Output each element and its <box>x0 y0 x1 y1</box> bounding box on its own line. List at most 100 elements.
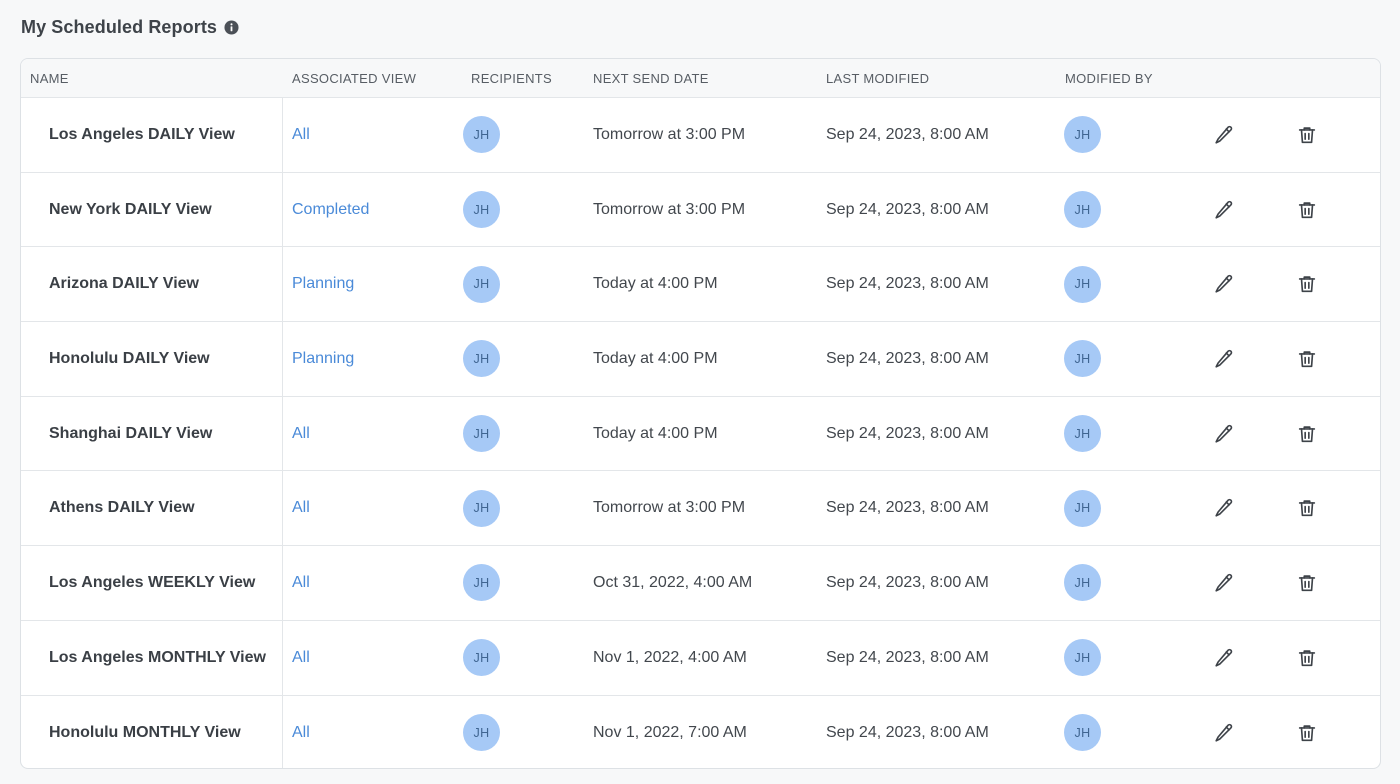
associated-view-link[interactable]: All <box>292 696 310 769</box>
report-name[interactable]: Los Angeles DAILY View <box>49 98 235 172</box>
associated-view-link[interactable]: All <box>292 397 310 471</box>
edit-button[interactable] <box>1210 121 1238 149</box>
last-modified: Sep 24, 2023, 8:00 AM <box>826 723 989 741</box>
edit-button[interactable] <box>1210 196 1238 224</box>
column-divider <box>282 546 283 620</box>
recipients-cell: JH <box>463 471 500 545</box>
last-modified: Sep 24, 2023, 8:00 AM <box>826 499 989 517</box>
recipients-cell: JH <box>463 621 500 695</box>
column-header-associated-view[interactable]: ASSOCIATED VIEW <box>292 71 416 86</box>
delete-button[interactable] <box>1293 719 1321 747</box>
table-row[interactable]: Los Angeles MONTHLY View All JH Nov 1, 2… <box>21 620 1380 696</box>
report-name[interactable]: New York DAILY View <box>49 173 212 247</box>
edit-button[interactable] <box>1210 569 1238 597</box>
edit-cell <box>1210 696 1238 769</box>
report-name[interactable]: Shanghai DAILY View <box>49 397 212 471</box>
report-name[interactable]: Honolulu MONTHLY View <box>49 696 241 769</box>
info-icon[interactable] <box>224 19 239 35</box>
page-header: My Scheduled Reports <box>21 14 239 40</box>
modified-by-avatar[interactable]: JH <box>1064 340 1101 378</box>
recipients-cell: JH <box>463 247 500 321</box>
column-divider <box>282 471 283 546</box>
delete-button[interactable] <box>1293 196 1321 224</box>
modified-by-avatar[interactable]: JH <box>1064 564 1101 602</box>
column-header-last-modified[interactable]: LAST MODIFIED <box>826 71 929 86</box>
modified-by-cell: JH <box>1064 173 1101 247</box>
delete-cell <box>1293 322 1321 396</box>
edit-cell <box>1210 322 1238 396</box>
recipient-avatar[interactable]: JH <box>463 564 500 602</box>
associated-view-link[interactable]: Planning <box>292 247 354 321</box>
next-send-date: Nov 1, 2022, 7:00 AM <box>593 723 747 741</box>
associated-view-link[interactable]: All <box>292 98 310 172</box>
associated-view-link[interactable]: All <box>292 621 310 695</box>
edit-button[interactable] <box>1210 345 1238 373</box>
table-row[interactable]: New York DAILY View Completed JH Tomorro… <box>21 172 1380 248</box>
modified-by-avatar[interactable]: JH <box>1064 191 1101 229</box>
recipient-avatar[interactable]: JH <box>463 714 500 752</box>
modified-by-avatar[interactable]: JH <box>1064 714 1101 752</box>
table-row[interactable]: Shanghai DAILY View All JH Today at 4:00… <box>21 396 1380 472</box>
report-name[interactable]: Los Angeles WEEKLY View <box>49 546 255 620</box>
associated-view-link[interactable]: Planning <box>292 322 354 396</box>
delete-button[interactable] <box>1293 270 1321 298</box>
recipient-avatar[interactable]: JH <box>463 265 500 303</box>
modified-by-cell: JH <box>1064 397 1101 471</box>
report-name[interactable]: Arizona DAILY View <box>49 247 199 321</box>
modified-by-avatar[interactable]: JH <box>1064 116 1101 154</box>
pencil-icon <box>1215 723 1233 742</box>
table-body: Los Angeles DAILY View All JH Tomorrow a… <box>21 98 1380 769</box>
trash-icon <box>1298 351 1316 368</box>
table-row[interactable]: Honolulu MONTHLY View All JH Nov 1, 2022… <box>21 695 1380 769</box>
edit-button[interactable] <box>1210 420 1238 448</box>
next-send-date: Today at 4:00 PM <box>593 424 718 442</box>
delete-button[interactable] <box>1293 494 1321 522</box>
report-name[interactable]: Los Angeles MONTHLY View <box>49 621 266 695</box>
table-row[interactable]: Los Angeles WEEKLY View All JH Oct 31, 2… <box>21 546 1380 621</box>
modified-by-cell: JH <box>1064 98 1101 172</box>
delete-button[interactable] <box>1293 644 1321 672</box>
trash-icon <box>1298 276 1316 293</box>
table-row[interactable]: Honolulu DAILY View Planning JH Today at… <box>21 322 1380 397</box>
report-name[interactable]: Athens DAILY View <box>49 471 195 545</box>
edit-button[interactable] <box>1210 719 1238 747</box>
associated-view-link[interactable]: All <box>292 471 310 545</box>
recipient-avatar[interactable]: JH <box>463 116 500 154</box>
delete-cell <box>1293 696 1321 769</box>
modified-by-avatar[interactable]: JH <box>1064 415 1101 453</box>
recipient-avatar[interactable]: JH <box>463 639 500 677</box>
table-row[interactable]: Arizona DAILY View Planning JH Today at … <box>21 247 1380 323</box>
recipient-avatar[interactable]: JH <box>463 415 500 453</box>
column-header-next-send-date[interactable]: NEXT SEND DATE <box>593 71 709 86</box>
pencil-icon <box>1215 573 1233 592</box>
modified-by-avatar[interactable]: JH <box>1064 265 1101 303</box>
recipient-avatar[interactable]: JH <box>463 489 500 527</box>
table-row[interactable]: Athens DAILY View All JH Tomorrow at 3:0… <box>21 471 1380 547</box>
delete-button[interactable] <box>1293 121 1321 149</box>
column-header-recipients[interactable]: RECIPIENTS <box>471 71 552 86</box>
modified-by-avatar[interactable]: JH <box>1064 489 1101 527</box>
edit-button[interactable] <box>1210 494 1238 522</box>
edit-button[interactable] <box>1210 270 1238 298</box>
table-row[interactable]: Los Angeles DAILY View All JH Tomorrow a… <box>21 98 1380 173</box>
associated-view-link[interactable]: Completed <box>292 173 369 247</box>
column-divider <box>282 247 283 322</box>
delete-cell <box>1293 471 1321 545</box>
edit-cell <box>1210 247 1238 321</box>
column-header-modified-by[interactable]: MODIFIED BY <box>1065 71 1153 86</box>
delete-button[interactable] <box>1293 345 1321 373</box>
edit-button[interactable] <box>1210 644 1238 672</box>
associated-view-link[interactable]: All <box>292 546 310 620</box>
modified-by-avatar[interactable]: JH <box>1064 639 1101 677</box>
delete-button[interactable] <box>1293 569 1321 597</box>
report-name[interactable]: Honolulu DAILY View <box>49 322 210 396</box>
column-header-name[interactable]: NAME <box>30 71 69 86</box>
recipient-avatar[interactable]: JH <box>463 191 500 229</box>
delete-button[interactable] <box>1293 420 1321 448</box>
next-send-date: Tomorrow at 3:00 PM <box>593 200 746 218</box>
delete-cell <box>1293 397 1321 471</box>
next-send-date: Oct 31, 2022, 4:00 AM <box>593 573 753 591</box>
modified-by-cell: JH <box>1064 696 1101 769</box>
column-divider <box>282 322 283 396</box>
recipient-avatar[interactable]: JH <box>463 340 500 378</box>
